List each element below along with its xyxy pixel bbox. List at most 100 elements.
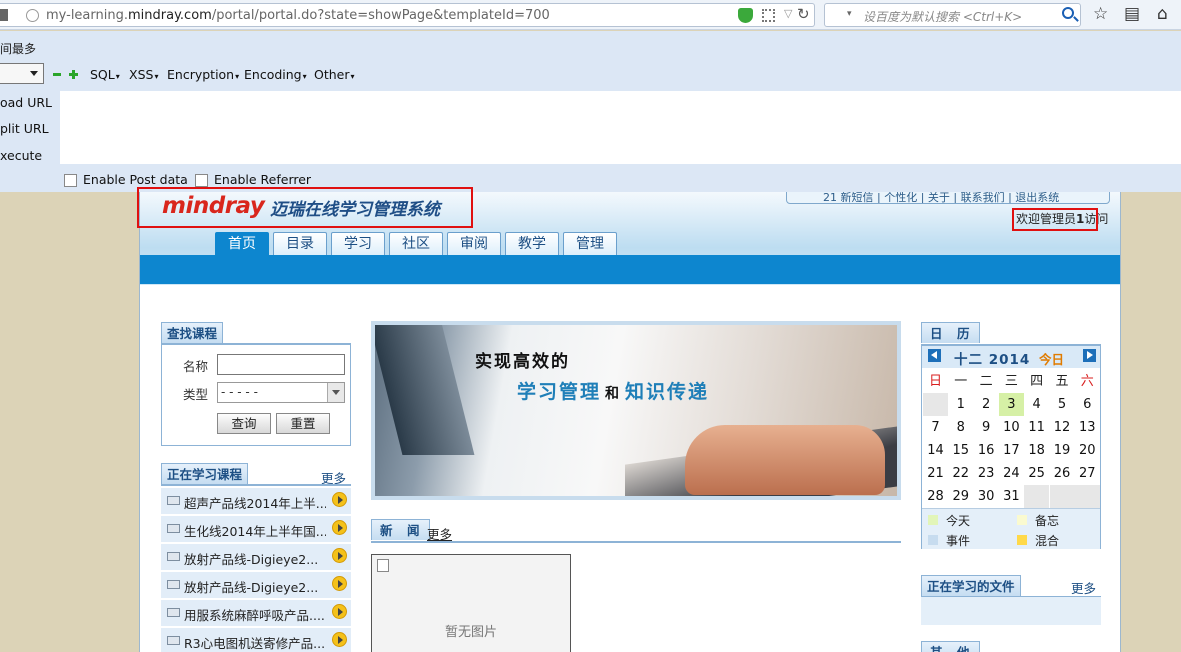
calendar-day[interactable]: 5	[1050, 393, 1075, 416]
calendar-day[interactable]: 28	[923, 485, 948, 508]
search-button[interactable]: 查询	[217, 413, 271, 434]
search-engine-dropdown-icon[interactable]: ▾	[847, 9, 852, 19]
search-input[interactable]: 设百度为默认搜索 <Ctrl+K>	[863, 8, 1022, 25]
split-url-button[interactable]: plit URL	[0, 121, 49, 136]
tab-review[interactable]: 审阅	[447, 232, 501, 256]
url-text[interactable]: my-learning.mindray.com/portal/portal.do…	[46, 8, 550, 23]
calendar-day[interactable]: 14	[923, 439, 948, 462]
enable-post-checkbox[interactable]	[64, 174, 77, 187]
calendar-day[interactable]: 29	[948, 485, 973, 508]
home-icon[interactable]: ⌂	[1157, 5, 1168, 23]
search-icon[interactable]	[1062, 7, 1074, 19]
calendar-day[interactable]: 11	[1024, 416, 1049, 439]
calendar-day[interactable]: 20	[1075, 439, 1100, 462]
course-type-select[interactable]: - - - - -	[217, 382, 345, 403]
play-icon[interactable]	[332, 604, 347, 619]
calendar-day[interactable]: 15	[948, 439, 973, 462]
tab-home[interactable]: 首页	[215, 232, 269, 256]
calendar-day[interactable]: 24	[999, 462, 1024, 485]
files-panel	[921, 597, 1101, 625]
calendar-day[interactable]: 27	[1075, 462, 1100, 485]
shield-icon[interactable]	[738, 8, 753, 23]
play-icon[interactable]	[332, 492, 347, 507]
calendar-day[interactable]: 26	[1050, 462, 1075, 485]
list-item[interactable]: 生化线2014年上半年国...	[161, 516, 351, 542]
menu-encoding[interactable]: Encoding	[244, 67, 307, 82]
course-title[interactable]: 放射产品线-Digieye2...	[184, 577, 326, 596]
tab-catalog[interactable]: 目录	[273, 232, 327, 256]
play-icon[interactable]	[332, 576, 347, 591]
calendar-day[interactable]: 4	[1024, 393, 1049, 416]
calendar-empty-cell	[1074, 485, 1100, 508]
calendar-day[interactable]: 12	[1050, 416, 1075, 439]
news-title: 新 闻	[371, 519, 430, 540]
tab-community[interactable]: 社区	[389, 232, 443, 256]
menu-xss[interactable]: XSS	[129, 67, 158, 82]
menu-encryption[interactable]: Encryption	[167, 67, 239, 82]
execute-button[interactable]: xecute	[0, 148, 42, 163]
calendar-day[interactable]: 10	[999, 416, 1024, 439]
calendar-day[interactable]: 31	[999, 485, 1024, 508]
course-title[interactable]: 生化线2014年上半年国...	[184, 521, 326, 540]
chevron-down-icon[interactable]: ▽	[784, 7, 792, 20]
previous-month-icon[interactable]	[928, 349, 941, 362]
play-icon[interactable]	[332, 520, 347, 535]
list-item[interactable]: 超声产品线2014年上半...	[161, 488, 351, 514]
list-item[interactable]: 放射产品线-Digieye2...	[161, 544, 351, 570]
calendar-day[interactable]: 16	[974, 439, 999, 462]
chevron-down-icon[interactable]	[327, 383, 344, 402]
reload-icon[interactable]: ↻	[797, 5, 810, 23]
list-item[interactable]: R3心电图机送寄修产品...	[161, 628, 351, 652]
list-item[interactable]: 用服系统麻醉呼吸产品....	[161, 600, 351, 626]
course-title[interactable]: 放射产品线-Digieye2...	[184, 549, 326, 568]
calendar-day[interactable]: 8	[948, 416, 973, 439]
address-bar[interactable]: my-learning.mindray.com/portal/portal.do…	[0, 3, 815, 27]
menu-sql[interactable]: SQL	[90, 67, 120, 82]
calendar-day[interactable]: 19	[1050, 439, 1075, 462]
course-icon	[167, 524, 180, 533]
search-bar[interactable]: ▾ 设百度为默认搜索 <Ctrl+K>	[824, 3, 1081, 27]
calendar-day[interactable]: 9	[974, 416, 999, 439]
calendar-day[interactable]: 6	[1075, 393, 1100, 416]
calendar-day[interactable]: 17	[999, 439, 1024, 462]
course-title[interactable]: 用服系统麻醉呼吸产品....	[184, 605, 326, 624]
calendar-day[interactable]: 2	[974, 393, 999, 416]
news-image-placeholder[interactable]: 暂无图片	[371, 554, 571, 652]
legend-swatch-mixed	[1017, 535, 1027, 545]
top-links[interactable]: 21 新短信 | 个性化 | 关于 | 联系我们 | 退出系统	[786, 192, 1110, 204]
enable-referrer-checkbox[interactable]	[195, 174, 208, 187]
weekday-header: 三	[1004, 374, 1018, 389]
calendar-day[interactable]: 3	[998, 393, 1024, 416]
files-more-link[interactable]: 更多	[1071, 578, 1096, 597]
calendar-day[interactable]: 7	[923, 416, 948, 439]
qr-code-icon[interactable]	[762, 9, 775, 22]
url-textarea[interactable]	[60, 91, 1181, 164]
course-title[interactable]: 超声产品线2014年上半...	[184, 493, 326, 512]
calendar-day[interactable]: 30	[974, 485, 999, 508]
hackbar-dropdown[interactable]	[0, 63, 44, 84]
star-icon[interactable]: ☆	[1093, 5, 1108, 23]
next-month-icon[interactable]	[1083, 349, 1096, 362]
tab-teaching[interactable]: 教学	[505, 232, 559, 256]
calendar-day[interactable]: 22	[948, 462, 973, 485]
menu-other[interactable]: Other	[314, 67, 355, 82]
tab-admin[interactable]: 管理	[563, 232, 617, 256]
load-url-button[interactable]: oad URL	[0, 95, 52, 110]
minus-icon[interactable]	[53, 73, 61, 76]
course-title[interactable]: R3心电图机送寄修产品...	[184, 633, 326, 652]
reading-list-icon[interactable]: ▤	[1124, 5, 1140, 23]
list-item[interactable]: 放射产品线-Digieye2...	[161, 572, 351, 598]
calendar-day[interactable]: 23	[974, 462, 999, 485]
today-link[interactable]: 今日	[1039, 349, 1064, 368]
play-icon[interactable]	[332, 632, 347, 647]
plus-icon[interactable]	[69, 70, 78, 79]
tab-learning[interactable]: 学习	[331, 232, 385, 256]
calendar-day[interactable]: 18	[1024, 439, 1049, 462]
calendar-day[interactable]: 13	[1075, 416, 1100, 439]
calendar-day[interactable]: 1	[948, 393, 973, 416]
calendar-day[interactable]: 21	[923, 462, 948, 485]
calendar-day[interactable]: 25	[1024, 462, 1049, 485]
course-name-input[interactable]	[217, 354, 345, 375]
reset-button[interactable]: 重置	[276, 413, 330, 434]
play-icon[interactable]	[332, 548, 347, 563]
